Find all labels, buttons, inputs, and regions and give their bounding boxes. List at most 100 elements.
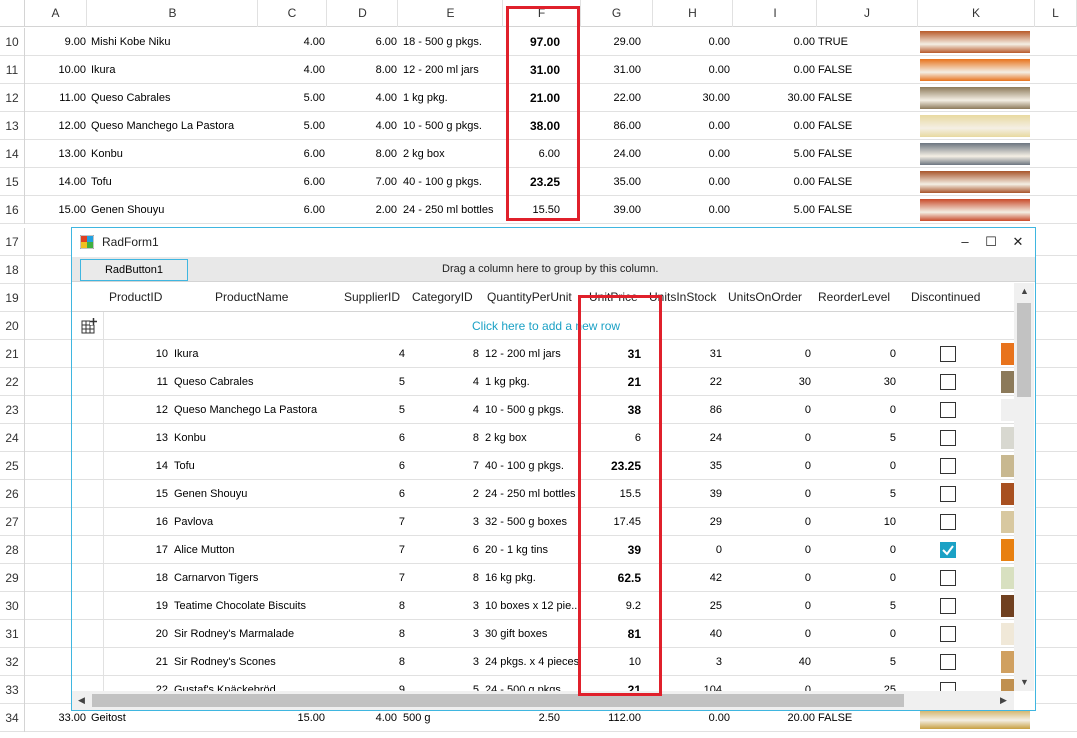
cell-c[interactable]: 4.00 — [258, 56, 325, 84]
cell-g[interactable]: 24.00 — [581, 140, 641, 168]
cell-g[interactable]: 31.00 — [581, 56, 641, 84]
product-image[interactable] — [920, 143, 1030, 165]
product-thumbnail[interactable] — [1001, 371, 1014, 393]
cell-quantity-per-unit[interactable]: 30 gift boxes — [485, 620, 581, 648]
row-header[interactable]: 13 — [0, 112, 25, 140]
cell-category-id[interactable]: 3 — [412, 508, 479, 536]
discontinued-checkbox[interactable] — [940, 514, 956, 530]
cell-product-name[interactable]: Konbu — [174, 424, 334, 452]
cell-b[interactable]: Queso Manchego La Pastora — [91, 112, 257, 140]
cell-product-id[interactable]: 18 — [105, 564, 168, 592]
cell-g[interactable]: 39.00 — [581, 196, 641, 224]
cell-supplier-id[interactable]: 7 — [337, 564, 405, 592]
column-header-b[interactable]: B — [88, 0, 258, 27]
cell-quantity-per-unit[interactable]: 40 - 100 g pkgs. — [485, 452, 581, 480]
cell-units-on-order[interactable]: 0 — [725, 424, 811, 452]
cell-units-on-order[interactable]: 0 — [725, 340, 811, 368]
cell-quantity-per-unit[interactable]: 24 - 250 ml bottles — [485, 480, 581, 508]
row-header[interactable]: 16 — [0, 196, 25, 224]
cell-e[interactable]: 18 - 500 g pkgs. — [403, 28, 503, 56]
cell-b[interactable]: Konbu — [91, 140, 257, 168]
group-panel[interactable]: RadButton1 Drag a column here to group b… — [72, 257, 1035, 282]
row-header[interactable]: 23 — [0, 396, 25, 424]
cell-e[interactable]: 10 - 500 g pkgs. — [403, 112, 503, 140]
cell-j[interactable]: FALSE — [818, 196, 916, 224]
grid-row[interactable]: 22 Gustaf's Knäckebröd 9 5 24 - 500 g pkgs. 2… — [72, 676, 1014, 691]
product-thumbnail[interactable] — [1001, 567, 1014, 589]
row-header[interactable]: 20 — [0, 312, 25, 340]
cell-c[interactable]: 4.00 — [258, 28, 325, 56]
cell-d[interactable]: 2.00 — [328, 196, 397, 224]
cell-c[interactable]: 6.00 — [258, 140, 325, 168]
cell-h[interactable]: 0.00 — [653, 168, 730, 196]
cell-quantity-per-unit[interactable]: 24 - 500 g pkgs. — [485, 676, 581, 691]
grid-row[interactable]: 15 Genen Shouyu 6 2 24 - 250 ml bottles 15.5 3… — [72, 480, 1014, 508]
cell-product-name[interactable]: Genen Shouyu — [174, 480, 334, 508]
cell-reorder-level[interactable]: 30 — [814, 368, 896, 396]
cell-a[interactable]: 10.00 — [25, 56, 86, 84]
discontinued-checkbox[interactable] — [940, 346, 956, 362]
cell-i[interactable]: 0.00 — [734, 168, 815, 196]
row-header[interactable]: 12 — [0, 84, 25, 112]
scroll-left-icon[interactable]: ◀ — [78, 695, 85, 706]
cell-quantity-per-unit[interactable]: 12 - 200 ml jars — [485, 340, 581, 368]
product-image[interactable] — [920, 31, 1030, 53]
row-header[interactable]: 15 — [0, 168, 25, 196]
product-thumbnail[interactable] — [1001, 595, 1014, 617]
cell-category-id[interactable]: 3 — [412, 648, 479, 676]
cell-quantity-per-unit[interactable]: 20 - 1 kg tins — [485, 536, 581, 564]
grid-header-unitsonorder[interactable]: UnitsOnOrder — [728, 283, 811, 312]
grid-row[interactable]: 13 Konbu 6 8 2 kg box 6 24 0 5 — [72, 424, 1014, 452]
vertical-scroll-thumb[interactable] — [1017, 303, 1031, 397]
cell-i[interactable]: 0.00 — [734, 28, 815, 56]
row-header[interactable]: 31 — [0, 620, 25, 648]
cell-units-on-order[interactable]: 0 — [725, 480, 811, 508]
cell-g[interactable]: 29.00 — [581, 28, 641, 56]
cell-c[interactable]: 6.00 — [258, 196, 325, 224]
product-thumbnail[interactable] — [1001, 651, 1014, 673]
row-header[interactable]: 33 — [0, 676, 25, 704]
cell-units-on-order[interactable]: 0 — [725, 536, 811, 564]
cell-j[interactable]: FALSE — [818, 112, 916, 140]
cell-reorder-level[interactable]: 0 — [814, 340, 896, 368]
cell-j[interactable]: FALSE — [818, 168, 916, 196]
cell-e[interactable]: 40 - 100 g pkgs. — [403, 168, 503, 196]
cell-category-id[interactable]: 6 — [412, 536, 479, 564]
discontinued-checkbox[interactable] — [940, 570, 956, 586]
cell-b[interactable]: Mishi Kobe Niku — [91, 28, 257, 56]
grid-row[interactable]: 20 Sir Rodney's Marmalade 8 3 30 gift boxes 8… — [72, 620, 1014, 648]
cell-product-name[interactable]: Sir Rodney's Marmalade — [174, 620, 334, 648]
form-titlebar[interactable]: RadForm1 – ☐ ✕ — [72, 228, 1035, 256]
row-header[interactable]: 10 — [0, 28, 25, 56]
product-thumbnail[interactable] — [1001, 483, 1014, 505]
row-header[interactable]: 28 — [0, 536, 25, 564]
discontinued-checkbox[interactable] — [940, 458, 956, 474]
product-thumbnail[interactable] — [1001, 623, 1014, 645]
cell-reorder-level[interactable]: 5 — [814, 592, 896, 620]
column-header-k[interactable]: K — [918, 0, 1035, 27]
cell-h[interactable]: 0.00 — [653, 140, 730, 168]
discontinued-checkbox[interactable] — [940, 402, 956, 418]
cell-quantity-per-unit[interactable]: 16 kg pkg. — [485, 564, 581, 592]
minimize-button[interactable]: – — [954, 232, 976, 252]
product-image[interactable] — [920, 87, 1030, 109]
cell-supplier-id[interactable]: 7 — [337, 508, 405, 536]
row-header[interactable]: 32 — [0, 648, 25, 676]
row-header[interactable]: 19 — [0, 284, 25, 312]
row-header[interactable]: 24 — [0, 424, 25, 452]
product-thumbnail[interactable] — [1001, 399, 1014, 421]
cell-product-name[interactable]: Pavlova — [174, 508, 334, 536]
column-header-g[interactable]: G — [581, 0, 653, 27]
vertical-scrollbar[interactable]: ▲ ▼ — [1014, 283, 1034, 691]
discontinued-checkbox[interactable] — [940, 654, 956, 670]
cell-supplier-id[interactable]: 6 — [337, 424, 405, 452]
cell-i[interactable]: 0.00 — [734, 112, 815, 140]
cell-category-id[interactable]: 5 — [412, 676, 479, 691]
column-header-j[interactable]: J — [817, 0, 918, 27]
cell-i[interactable]: 5.00 — [734, 196, 815, 224]
cell-product-name[interactable]: Queso Cabrales — [174, 368, 334, 396]
grid-header-productid[interactable]: ProductID — [109, 283, 169, 312]
horizontal-scrollbar[interactable]: ◀ ▶ — [72, 691, 1014, 710]
cell-j[interactable]: FALSE — [818, 84, 916, 112]
cell-e[interactable]: 24 - 250 ml bottles — [403, 196, 503, 224]
